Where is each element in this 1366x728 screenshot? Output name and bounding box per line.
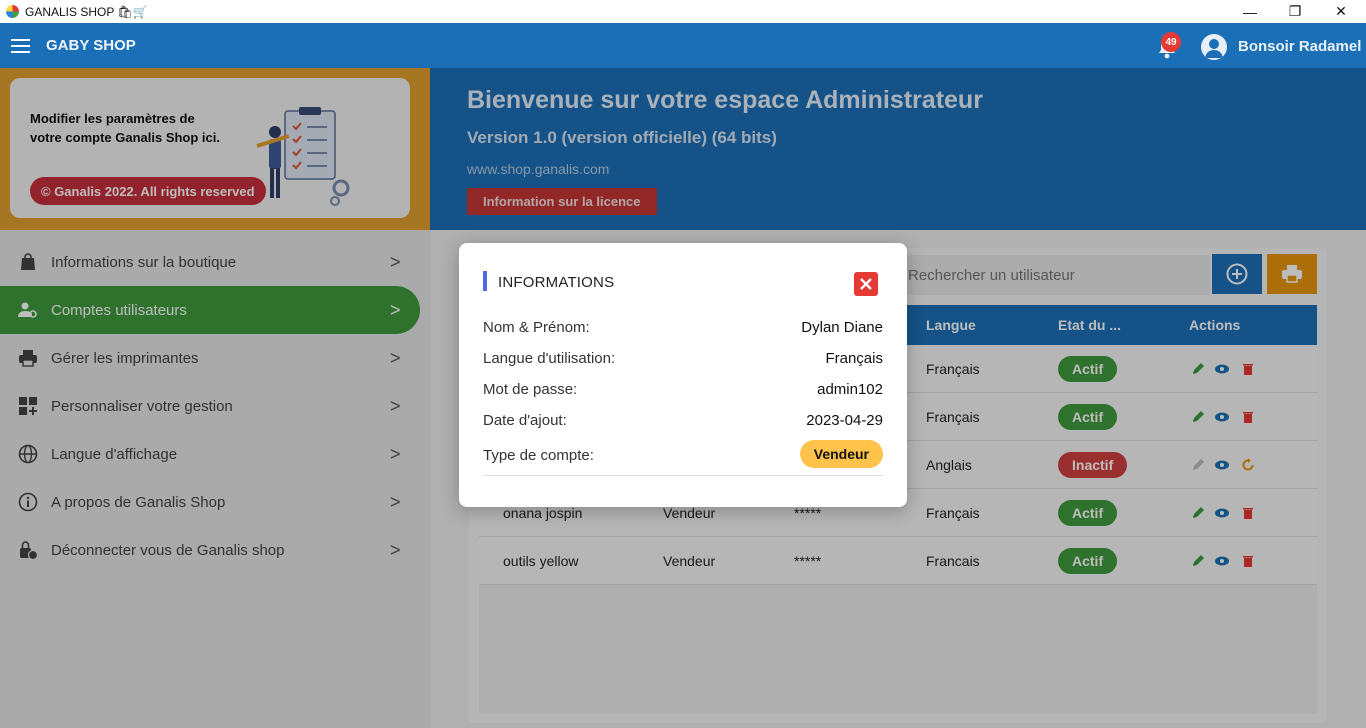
modal-divider: [483, 475, 883, 476]
account-type-badge: Vendeur: [799, 440, 883, 468]
modal-title: INFORMATIONS: [498, 274, 615, 291]
info-label: Nom & Prénom:: [483, 319, 590, 336]
restore-button[interactable]: ❐: [1272, 0, 1318, 23]
info-value: 2023-04-29: [806, 412, 883, 429]
info-value: Français: [825, 350, 883, 367]
notification-badge: 49: [1161, 32, 1181, 52]
info-value: admin102: [817, 381, 883, 398]
user-greeting: Bonsoir Radamel: [1238, 38, 1362, 55]
notifications-button[interactable]: 49: [1156, 32, 1181, 59]
info-label: Langue d'utilisation:: [483, 350, 616, 367]
user-avatar[interactable]: [1201, 34, 1227, 60]
app-bar: GABY SHOP 49 Bonsoir Radamel: [0, 23, 1366, 68]
info-label: Date d'ajout:: [483, 412, 567, 429]
minimize-button[interactable]: —: [1227, 0, 1273, 23]
app-logo-icon: [6, 5, 19, 18]
info-label: Type de compte:: [483, 447, 594, 464]
info-value: Dylan Diane: [801, 319, 883, 336]
shop-name: GABY SHOP: [46, 37, 136, 54]
info-label: Mot de passe:: [483, 381, 578, 398]
modal-close-button[interactable]: [854, 272, 878, 296]
hamburger-menu-icon[interactable]: [11, 39, 30, 53]
user-info-modal: INFORMATIONS Nom & Prénom: Dylan Diane L…: [459, 243, 907, 507]
close-icon: [860, 278, 872, 290]
user-icon: [1205, 39, 1223, 58]
window-titlebar: GANALIS SHOP 🛍🛒 — ❐ ✕: [0, 0, 1366, 23]
window-title: GANALIS SHOP 🛍🛒: [25, 4, 148, 19]
modal-accent-bar: [483, 271, 487, 291]
close-window-button[interactable]: ✕: [1318, 0, 1364, 23]
